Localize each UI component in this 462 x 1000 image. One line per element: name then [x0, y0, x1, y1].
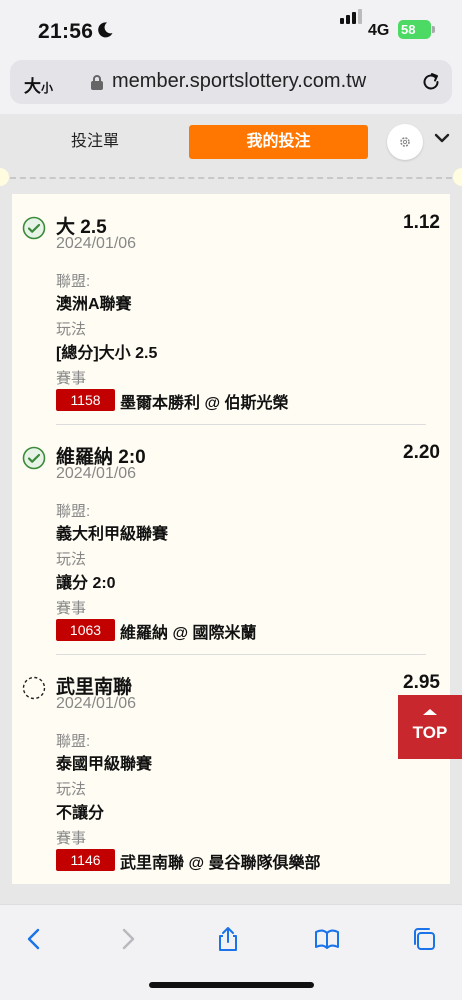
won-check-icon — [22, 446, 46, 470]
ticket-notch-left — [0, 168, 9, 186]
market-label: 玩法 — [56, 551, 87, 568]
chevron-left-icon — [27, 928, 40, 950]
bet-item: 維羅納 2:0 2.20 2024/01/06 聯盟: 義大利甲級聯賽 玩法 讓… — [12, 424, 450, 654]
forward-button[interactable] — [110, 921, 146, 957]
match-id-badge: 1063 — [56, 619, 115, 641]
event-label: 賽事 — [56, 370, 87, 387]
tab-my-bets[interactable]: 我的投注 — [189, 125, 368, 159]
league-label: 聯盟: — [56, 503, 91, 520]
bet-date: 2024/01/06 — [56, 465, 137, 482]
match-id-badge: 1158 — [56, 389, 115, 411]
market-value: [總分]大小 2.5 — [56, 345, 158, 362]
battery-icon: 58 — [398, 20, 431, 39]
network-type: 4G — [368, 22, 390, 39]
arrow-up-icon — [423, 709, 437, 715]
lock-icon — [91, 75, 103, 90]
back-button[interactable] — [16, 921, 52, 957]
market-value: 讓分 2:0 — [56, 575, 116, 592]
ticket-notch-right — [453, 168, 462, 186]
league-value: 泰國甲級聯賽 — [56, 756, 153, 773]
bet-item: 大 2.5 1.12 2024/01/06 聯盟: 澳洲A聯賽 玩法 [總分]大… — [12, 194, 450, 424]
event-label: 賽事 — [56, 600, 87, 617]
bet-item: 武里南聯 2.95 2024/01/06 聯盟: 泰國甲級聯賽 玩法 不讓分 賽… — [12, 654, 450, 884]
share-icon — [219, 927, 237, 951]
bet-list: 大 2.5 1.12 2024/01/06 聯盟: 澳洲A聯賽 玩法 [總分]大… — [12, 194, 450, 884]
reload-icon[interactable] — [420, 71, 442, 93]
match-id-badge: 1146 — [56, 849, 115, 871]
url-text: member.sportslottery.com.tw — [112, 70, 367, 92]
battery-nub — [432, 26, 435, 33]
bet-odds: 1.12 — [403, 212, 440, 233]
text-size-large: 大 — [24, 77, 41, 96]
event-label: 賽事 — [56, 830, 87, 847]
home-indicator — [149, 982, 314, 988]
scroll-top-button[interactable]: TOP — [398, 695, 462, 759]
match-name: 維羅納 @ 國際米蘭 — [120, 625, 257, 642]
match-name: 墨爾本勝利 @ 伯斯光榮 — [120, 395, 289, 412]
league-label: 聯盟: — [56, 733, 91, 750]
status-bar: 21:56 4G 58 — [0, 0, 462, 56]
market-label: 玩法 — [56, 321, 87, 338]
league-label: 聯盟: — [56, 273, 91, 290]
tabs-button[interactable] — [406, 921, 442, 957]
tabs-icon — [414, 928, 435, 950]
market-label: 玩法 — [56, 781, 87, 798]
bookmarks-button[interactable] — [309, 921, 345, 957]
bet-panel: 投注單 我的投注 大 2.5 1.12 2024/01/06 聯盟: 澳洲A聯賽… — [0, 114, 462, 904]
settings-button[interactable] — [387, 124, 423, 160]
share-button[interactable] — [210, 921, 246, 957]
ticket-perforation — [10, 177, 452, 179]
scroll-top-label: TOP — [412, 723, 448, 742]
moon-icon — [98, 22, 113, 38]
bet-odds: 2.95 — [403, 672, 440, 693]
address-bar[interactable]: 大小 member.sportslottery.com.tw — [10, 60, 452, 104]
text-size-button[interactable]: 大小 — [24, 72, 53, 97]
chevron-right-icon — [122, 928, 135, 950]
tab-bar: 投注單 我的投注 — [0, 114, 462, 170]
bet-date: 2024/01/06 — [56, 695, 137, 712]
battery-level: 58 — [401, 22, 416, 37]
match-name: 武里南聯 @ 曼谷聯隊俱樂部 — [120, 855, 321, 872]
gear-icon — [400, 137, 410, 147]
bet-odds: 2.20 — [403, 442, 440, 463]
divider — [56, 654, 426, 655]
clock: 21:56 — [38, 20, 94, 43]
bet-date: 2024/01/06 — [56, 235, 137, 252]
market-value: 不讓分 — [56, 805, 105, 822]
tab-betslip[interactable]: 投注單 — [30, 126, 160, 158]
won-check-icon — [22, 216, 46, 240]
divider — [56, 424, 426, 425]
book-icon — [315, 929, 339, 949]
text-size-small: 小 — [41, 81, 54, 95]
league-value: 義大利甲級聯賽 — [56, 526, 169, 543]
chevron-down-icon[interactable] — [434, 132, 450, 144]
league-value: 澳洲A聯賽 — [56, 296, 132, 313]
pending-icon — [22, 676, 46, 700]
